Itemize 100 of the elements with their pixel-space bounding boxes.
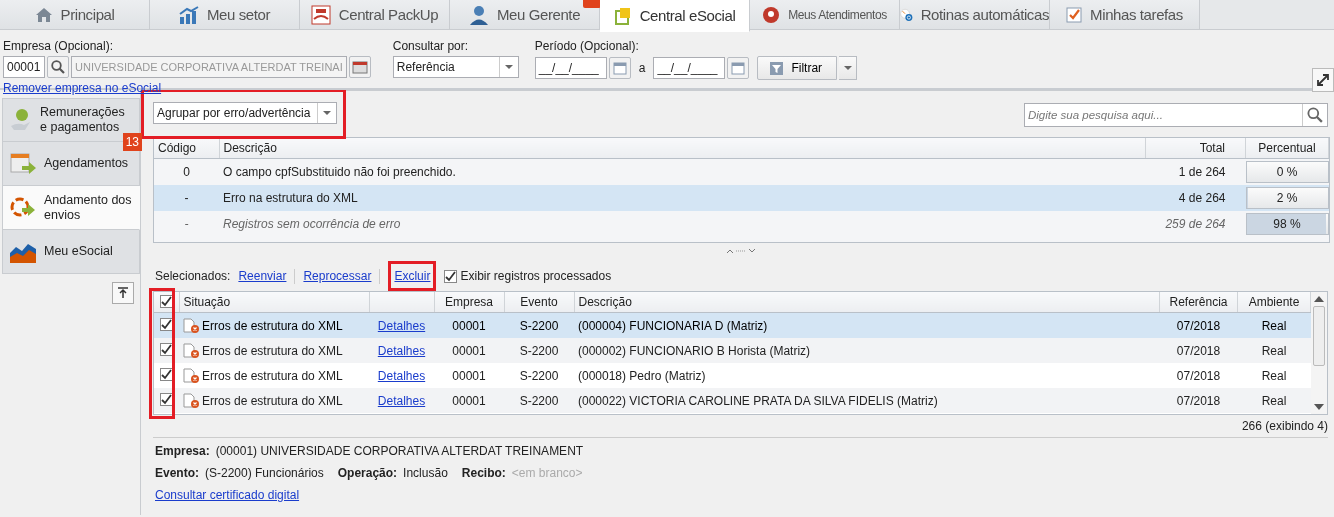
table-cell: (000004) FUNCIONARIA D (Matriz)	[574, 312, 1160, 338]
column-header[interactable]: Código	[154, 138, 219, 159]
filter-menu-button[interactable]	[839, 56, 858, 80]
nav-tab[interactable]: Meu setor	[150, 0, 300, 30]
table-cell: Registros sem ocorrência de erro	[219, 211, 1146, 237]
column-header[interactable]: Percentual	[1245, 138, 1329, 159]
check-icon	[161, 319, 172, 330]
splitter-handle-icon[interactable]	[725, 248, 756, 254]
column-header[interactable]: Total	[1145, 138, 1246, 159]
calendar-button[interactable]	[608, 57, 631, 79]
detail-label: Recibo:	[461, 466, 506, 480]
check-icon	[445, 270, 457, 282]
table-cell: O campo cpfSubstituido não foi preenchido.	[219, 158, 1146, 185]
person-icon	[468, 4, 489, 25]
detail-value: Inclusão	[403, 466, 448, 480]
window-icon	[351, 60, 368, 74]
action-link[interactable]: Reenviar	[238, 269, 287, 283]
range-separator: a	[638, 61, 646, 75]
selected-label: Selecionados:	[155, 269, 231, 283]
nav-tab[interactable]: Rotinas automáticas	[900, 0, 1050, 30]
table-cell: (000002) FUNCIONARIO B Horista (Matriz)	[574, 338, 1160, 363]
caret-icon	[843, 66, 852, 70]
field-label: Período (Opcional):	[534, 39, 640, 53]
date-field[interactable]: __/__/____	[653, 57, 726, 79]
detail-value: (00001) UNIVERSIDADE CORPORATIVA ALTERDAT TREINAMENT	[215, 444, 584, 458]
status-text: Erros de estrutura do XML	[202, 368, 343, 383]
table-cell: S-2200	[504, 388, 574, 413]
column-header[interactable]: Ambiente	[1237, 292, 1311, 313]
lookup-button[interactable]	[348, 56, 371, 78]
table-cell: (000018) Pedro (Matriz)	[574, 363, 1160, 388]
table-cell: S-2200	[504, 312, 574, 338]
column-header[interactable]: Descrição	[219, 138, 1146, 159]
caret-icon	[504, 65, 513, 69]
group-dropdown[interactable]: Agrupar por erro/advertência	[153, 102, 337, 124]
sidebar-item[interactable]: Meu eSocial	[2, 230, 140, 274]
calendar-button[interactable]	[727, 57, 750, 79]
count-badge: 13	[122, 133, 142, 151]
calendar-icon	[731, 61, 746, 75]
table-cell: 4 de 264	[1145, 185, 1246, 211]
status-text: Erros de estrutura do XML	[202, 318, 343, 333]
company-code-field[interactable]: 00001	[3, 56, 45, 78]
sidebar-item[interactable]: Andamento dos envios	[2, 186, 140, 230]
expand-button[interactable]	[1312, 68, 1334, 92]
nav-tab[interactable]: Principal	[0, 0, 150, 30]
error-file-icon	[183, 342, 200, 359]
arrow-up-icon	[117, 287, 129, 299]
table-cell: -	[154, 185, 219, 211]
search-button[interactable]	[47, 56, 69, 78]
column-header[interactable]: Empresa	[434, 292, 504, 313]
nav-tab[interactable]: Meus Atendimentos	[750, 0, 900, 30]
check-icon	[161, 344, 172, 355]
logo-icon	[310, 4, 331, 25]
scroll-down-icon	[1314, 404, 1324, 410]
column-header[interactable]: Situação	[179, 292, 369, 313]
table-cell: Erro na estrutura do XML	[219, 185, 1146, 211]
certificate-link[interactable]: Consultar certificado digital	[155, 488, 1328, 502]
table-cell: 07/2018	[1159, 363, 1238, 388]
column-header[interactable]: Evento	[504, 292, 574, 313]
search-field[interactable]: Digite sua pesquisa aqui...	[1024, 103, 1328, 127]
consult-dropdown[interactable]: Referência	[392, 56, 519, 78]
table-cell: 00001	[434, 338, 504, 363]
percent-bar: 2 %	[1245, 187, 1329, 209]
checkbox[interactable]	[444, 269, 458, 283]
remove-company-link[interactable]: Remover empresa no eSocial	[3, 81, 371, 95]
column-header[interactable]: Descrição	[574, 292, 1160, 313]
checkbox-icon	[1066, 6, 1083, 23]
document-icon	[613, 6, 632, 25]
select-all-checkbox[interactable]	[159, 294, 173, 308]
detail-value: (S-2200) Funcionários	[205, 466, 324, 480]
nav-tab[interactable]: Central PackUp	[300, 0, 450, 30]
checkbox-label: Exibir registros processados	[460, 269, 612, 283]
chart-icon	[178, 5, 199, 24]
table-cell: S-2200	[504, 338, 574, 363]
nav-tab[interactable]: Minhas tarefas	[1050, 0, 1200, 30]
filter-button[interactable]: Filtrar	[757, 56, 838, 80]
caret-icon	[323, 111, 331, 115]
calendar-arrow-icon	[10, 151, 36, 176]
action-link[interactable]: Reprocessar	[303, 269, 372, 283]
table-cell: 00001	[434, 388, 504, 413]
details-link[interactable]: Detalhes	[377, 368, 426, 383]
nav-tab[interactable]: Central eSocial	[600, 0, 750, 32]
scroll-up-icon	[1314, 296, 1324, 302]
money-icon	[10, 108, 32, 132]
table-cell: Real	[1237, 388, 1311, 413]
expand-icon	[1316, 73, 1330, 87]
table-cell: Real	[1237, 338, 1311, 363]
column-header[interactable]: Referência	[1159, 292, 1238, 313]
date-field[interactable]: __/__/____	[534, 57, 607, 79]
table-cell: 00001	[434, 363, 504, 388]
table-cell: 07/2018	[1159, 388, 1238, 413]
nav-tab[interactable]: Meu Gerente	[450, 0, 600, 30]
search-icon	[1307, 107, 1323, 123]
check-icon	[161, 394, 172, 405]
home-icon	[34, 6, 53, 23]
scrollbar[interactable]	[1311, 292, 1327, 414]
detail-label: Operação:	[337, 466, 398, 480]
action-link[interactable]: Excluir	[394, 269, 431, 283]
collapse-button[interactable]	[112, 282, 134, 304]
error-file-icon	[183, 392, 200, 409]
error-file-icon	[183, 367, 200, 384]
